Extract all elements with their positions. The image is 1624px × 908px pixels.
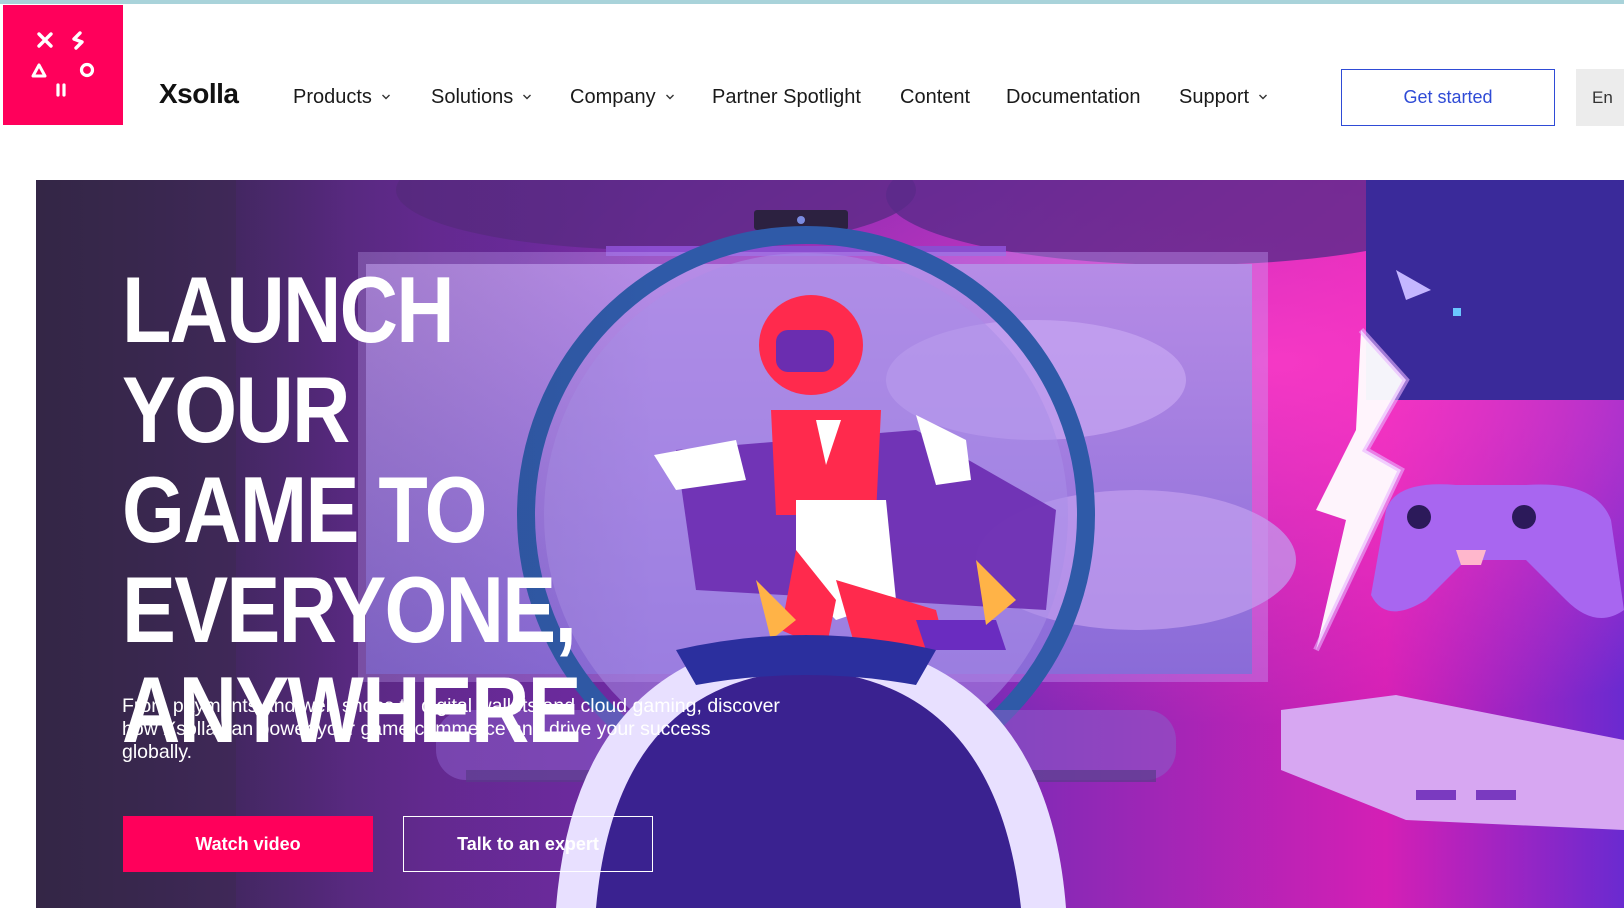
chevron-down-icon [381,94,390,100]
talk-to-expert-button[interactable]: Talk to an expert [403,816,653,872]
nav-content[interactable]: Content [900,82,970,112]
nav-content-label: Content [900,85,971,108]
nav-products[interactable]: Products [293,82,391,112]
xsolla-logo-icon[interactable] [3,5,123,125]
chevron-down-icon [523,94,532,100]
nav-company-label: Company [570,85,656,108]
nav-support[interactable]: Support [1179,82,1268,112]
language-selector[interactable]: En [1576,69,1624,126]
nav-partner-spotlight-label: Partner Spotlight [712,85,861,108]
chevron-down-icon [665,94,674,100]
nav-solutions-label: Solutions [431,85,514,108]
nav-partner-spotlight[interactable]: Partner Spotlight [712,82,861,112]
hero-title: LAUNCH YOUR GAME TO EVERYONE, ANYWHERE [122,260,655,760]
brand-name[interactable]: Xsolla [159,78,239,110]
watch-video-button[interactable]: Watch video [123,816,373,872]
nav-company[interactable]: Company [570,82,675,112]
hero-description: From payments and web shops to digital w… [122,695,780,763]
nav-documentation[interactable]: Documentation [1006,82,1141,112]
hero-section: LAUNCH YOUR GAME TO EVERYONE, ANYWHERE F… [36,180,1624,908]
hero-title-line-3: EVERYONE, [122,557,577,662]
nav-documentation-label: Documentation [1006,85,1141,108]
hero-title-line-2: GAME TO [122,457,487,562]
nav-products-label: Products [293,85,372,108]
site-header: Xsolla Products Solutions Company Partne… [0,4,1624,130]
nav-support-label: Support [1179,85,1250,108]
hero-title-line-1: LAUNCH YOUR [122,257,455,462]
get-started-button[interactable]: Get started [1341,69,1555,126]
nav-solutions[interactable]: Solutions [431,82,532,112]
chevron-down-icon [1259,94,1268,100]
